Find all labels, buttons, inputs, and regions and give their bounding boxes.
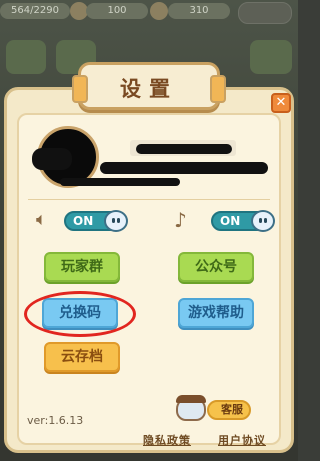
coin-counter: 100 (86, 3, 148, 19)
music-toggle-label: ON (220, 214, 241, 228)
star-counter: 310 (168, 3, 230, 19)
star-icon (150, 2, 168, 20)
dialog-title: 设置 (120, 77, 178, 101)
diamond-counter: 564/2290 (0, 3, 70, 19)
player-group-button[interactable]: 玩家群 (44, 252, 120, 282)
official-account-button[interactable]: 公众号 (178, 252, 254, 282)
highlight-circle (24, 291, 136, 337)
close-button[interactable]: ✕ (271, 93, 291, 113)
title-banner: 设置 (72, 62, 226, 110)
redaction-scribble (60, 178, 180, 186)
miniprogram-menu-capsule[interactable] (238, 2, 292, 24)
redaction-scribble (100, 162, 268, 174)
hippo-knob-icon (251, 210, 275, 232)
divider (28, 199, 270, 200)
redaction-scribble (136, 144, 232, 154)
speaker-icon: 🔈︎ (36, 209, 47, 230)
cloud-save-button[interactable]: 云存档 (44, 342, 120, 372)
redaction-scribble (32, 148, 72, 170)
music-note-icon: ♪ (174, 208, 187, 232)
mascot-icon (176, 395, 206, 421)
sound-toggle-label: ON (73, 214, 94, 228)
game-help-button[interactable]: 游戏帮助 (178, 298, 254, 328)
hippo-knob-icon (104, 210, 128, 232)
music-toggle[interactable]: ON (211, 210, 275, 232)
user-agreement-link[interactable]: 用户协议 (218, 432, 266, 448)
customer-service-button[interactable]: 客服 (207, 400, 251, 420)
background-tile (250, 40, 292, 74)
top-hud: 564/2290 100 310 (0, 0, 298, 24)
background-tile (6, 40, 46, 74)
version-label: ver:1.6.13 (27, 414, 84, 427)
privacy-policy-link[interactable]: 隐私政策 (143, 432, 191, 448)
sound-toggle[interactable]: ON (64, 210, 128, 232)
